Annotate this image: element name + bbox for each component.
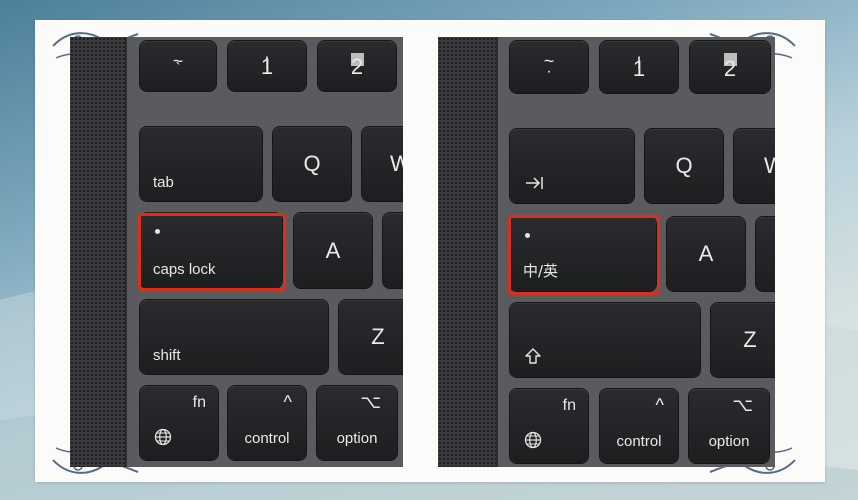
key-control[interactable]: ^ control bbox=[228, 386, 306, 460]
caps-lock-highlight bbox=[508, 215, 660, 295]
key-2-bottom-label: 2 bbox=[350, 54, 364, 79]
key-1-bottom-label: 1 bbox=[260, 54, 274, 79]
key-w-label: W bbox=[764, 153, 775, 178]
key-z-label: Z bbox=[371, 324, 385, 349]
key-tilde[interactable]: ~ ` bbox=[140, 41, 216, 91]
key-z[interactable]: Z bbox=[711, 303, 775, 377]
key-q[interactable]: Q bbox=[273, 127, 351, 201]
option-symbol-icon: ⌥ bbox=[360, 392, 381, 412]
key-2[interactable]: 2 bbox=[690, 41, 770, 93]
key-s-partial[interactable] bbox=[383, 213, 403, 288]
key-tilde[interactable]: ~ · bbox=[510, 41, 588, 93]
globe-icon bbox=[524, 431, 542, 449]
key-tab-label: tab bbox=[153, 174, 174, 191]
key-fn[interactable]: fn bbox=[510, 389, 588, 463]
key-tilde-bottom-label: ` bbox=[175, 61, 181, 78]
key-1-bottom-label: 1 bbox=[632, 56, 646, 81]
control-symbol-icon: ^ bbox=[283, 392, 292, 412]
key-control-label: control bbox=[244, 430, 290, 447]
key-w[interactable]: W bbox=[734, 129, 775, 203]
key-z[interactable]: Z bbox=[339, 300, 403, 374]
key-tab[interactable] bbox=[510, 129, 634, 203]
key-option-label: option bbox=[336, 430, 378, 447]
key-option[interactable]: ⌥ option bbox=[317, 386, 397, 460]
key-a[interactable]: A bbox=[294, 213, 372, 288]
key-tab[interactable]: tab bbox=[140, 127, 262, 201]
key-2-bottom-label: 2 bbox=[723, 56, 737, 81]
key-z-label: Z bbox=[743, 327, 757, 352]
tab-arrow-icon bbox=[526, 177, 543, 189]
key-s-partial[interactable] bbox=[756, 217, 775, 291]
key-w[interactable]: W bbox=[362, 127, 403, 201]
key-shift[interactable] bbox=[510, 303, 700, 377]
key-control[interactable]: ^ control bbox=[600, 389, 678, 463]
shift-arrow-icon bbox=[525, 348, 541, 364]
key-w-label: W bbox=[390, 151, 403, 176]
key-option[interactable]: ⌥ option bbox=[689, 389, 769, 463]
key-fn-label: fn bbox=[562, 397, 576, 414]
speaker-grille bbox=[70, 37, 127, 467]
key-q-label: Q bbox=[675, 153, 693, 178]
right-keyboard-photo: ~ · ! 1 2 Q W 中/英 A Z fn ^ control ⌥ opt… bbox=[438, 37, 775, 467]
key-a-label: A bbox=[325, 237, 341, 263]
key-control-label: control bbox=[616, 433, 662, 450]
option-symbol-icon: ⌥ bbox=[732, 395, 753, 415]
control-symbol-icon: ^ bbox=[655, 395, 664, 415]
key-2[interactable]: 2 bbox=[318, 41, 396, 91]
key-1[interactable]: ! 1 bbox=[228, 41, 306, 91]
key-q[interactable]: Q bbox=[645, 129, 723, 203]
speaker-grille bbox=[438, 37, 498, 467]
key-a-label: A bbox=[698, 241, 714, 266]
key-fn-label: fn bbox=[192, 394, 206, 411]
key-option-label: option bbox=[708, 433, 750, 450]
key-1[interactable]: ! 1 bbox=[600, 41, 678, 93]
globe-icon bbox=[154, 428, 172, 446]
key-fn[interactable]: fn bbox=[140, 386, 218, 460]
key-shift[interactable]: shift bbox=[140, 300, 328, 374]
left-keyboard-photo: ~ ` ! 1 2 tab Q W caps lock A shift Z fn bbox=[70, 37, 403, 467]
key-tilde-bottom-label: · bbox=[546, 63, 552, 80]
key-q-label: Q bbox=[303, 151, 321, 176]
key-a[interactable]: A bbox=[667, 217, 745, 291]
key-shift-label: shift bbox=[153, 347, 181, 364]
caps-lock-highlight bbox=[138, 213, 286, 291]
